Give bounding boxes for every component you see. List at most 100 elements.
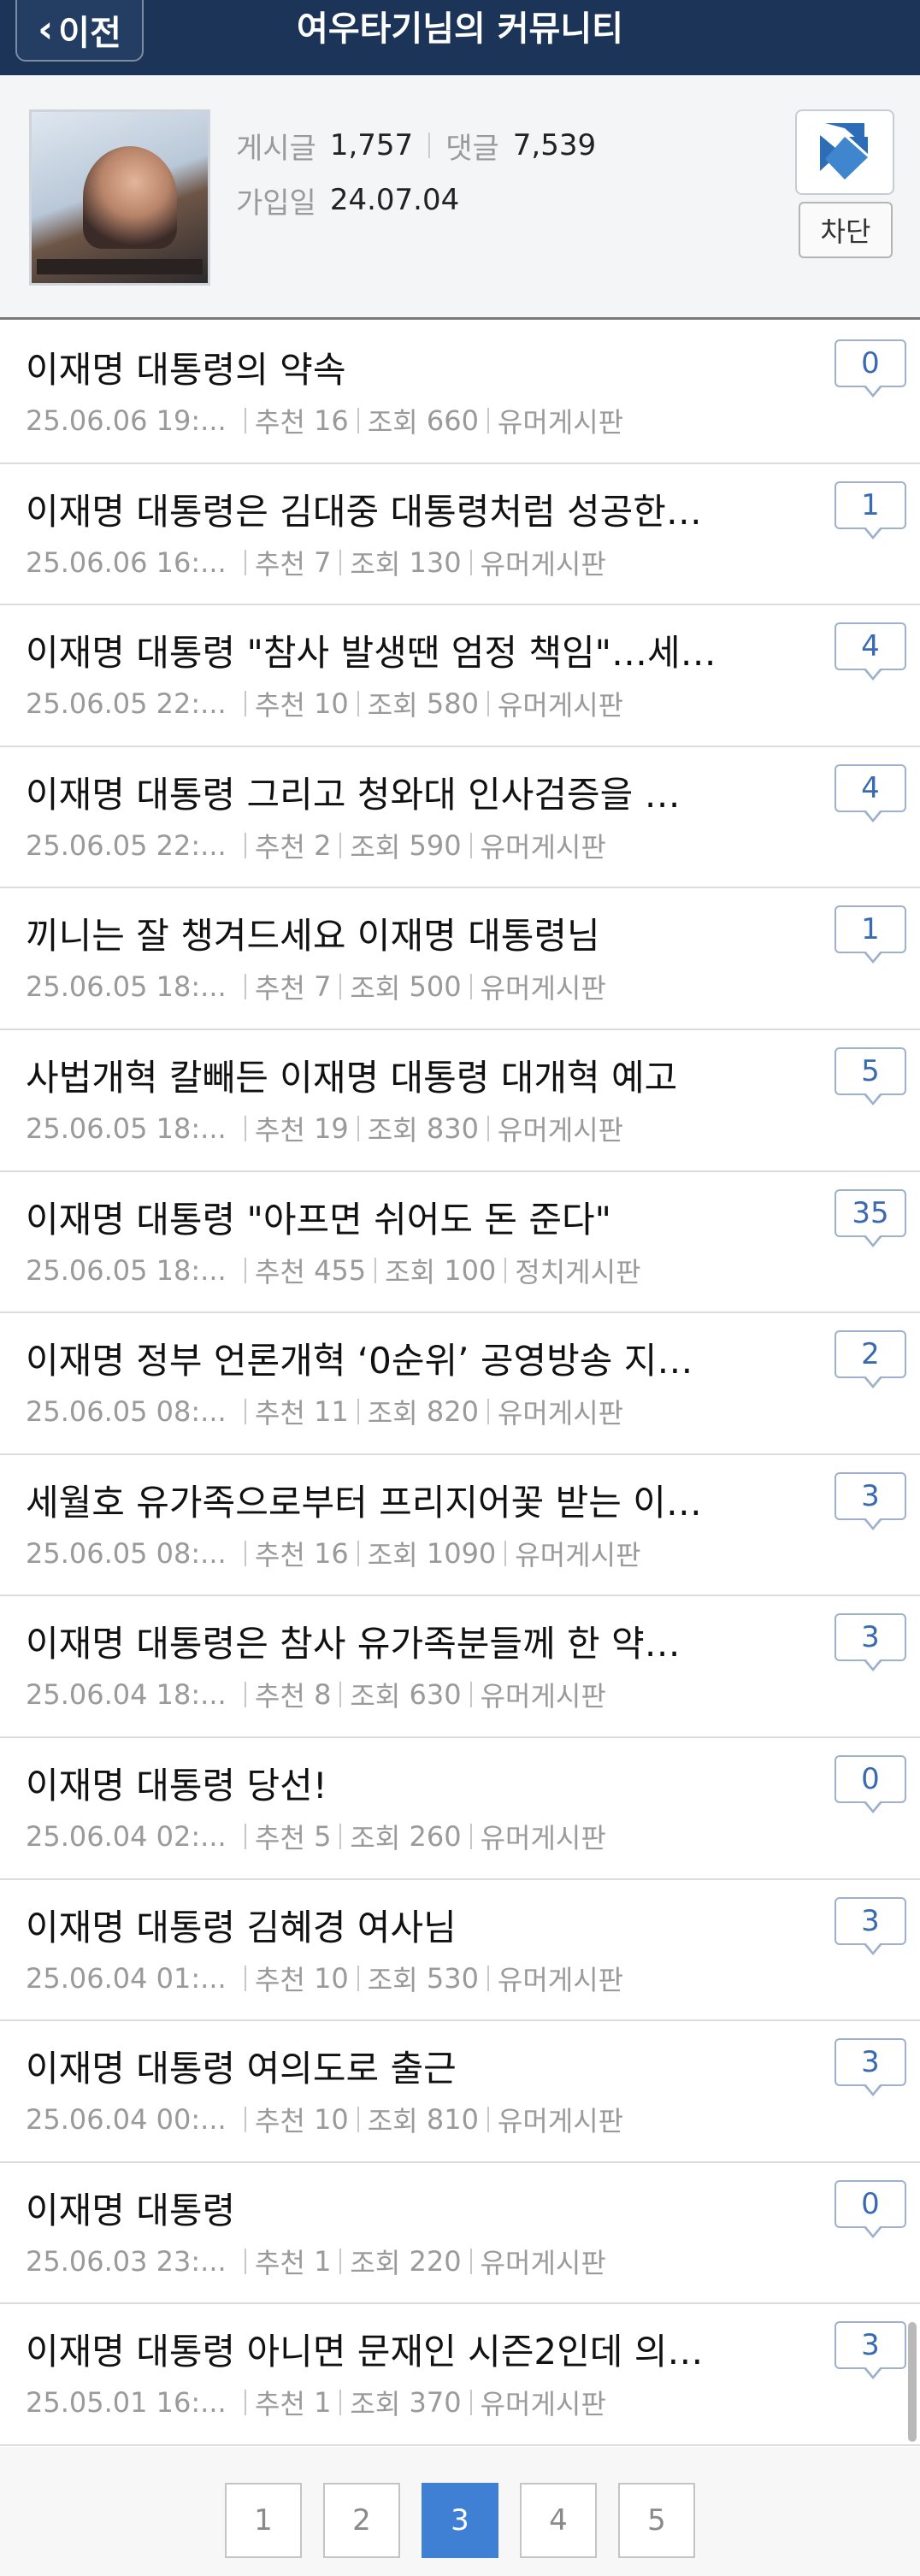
meta-divider [339,2248,342,2274]
scrollbar[interactable] [908,2322,917,2442]
comment-count-bubble[interactable]: 5 [834,1046,906,1105]
meta-divider [469,974,472,1000]
meta-divider [245,1257,246,1283]
post-title[interactable]: 세월호 유가족으로부터 프리지어꽃 받는 이… [26,1474,752,1526]
recommend-count: 1 [314,2244,332,2278]
meta-divider [245,1115,246,1141]
post-row[interactable]: 이재명 대통령 김혜경 여사님 25.06.04 01:... 추천 10 조회 53… [0,1880,920,2022]
comment-count-bubble[interactable]: 4 [834,763,906,822]
comment-count-bubble[interactable]: 2 [834,1330,906,1389]
views-label: 조회 [367,1397,418,1430]
post-row[interactable]: 이재명 대통령 당선! 25.06.04 02:... 추천 5 조회 260 유머게시… [0,1738,920,1880]
page-button-1[interactable]: 1 [225,2483,302,2558]
views-count: 630 [409,1678,462,1712]
post-title[interactable]: 끼니는 잘 챙겨드세요 이재명 대통령님 [26,907,752,959]
recommend-label: 추천 [255,1255,305,1288]
post-meta: 25.06.05 18:... 추천 455 조회 100 정치게시판 [26,1251,640,1290]
comment-count-bubble[interactable]: 3 [834,2038,906,2097]
meta-divider [374,1257,377,1283]
comment-count-bubble[interactable]: 0 [834,339,906,398]
post-row[interactable]: 끼니는 잘 챙겨드세요 이재명 대통령님 25.06.05 18:... 추천 7조… [0,888,920,1030]
comment-count-bubble[interactable]: 3 [834,1896,906,1955]
post-title[interactable]: 이재명 대통령 아니면 문재인 시즌2인데 의… [26,2323,752,2375]
post-meta: 25.06.06 16:... 추천 7 조회 130 유머게시판 [26,543,606,582]
post-title[interactable]: 이재명 대통령 김혜경 여사님 [26,1899,752,1951]
comment-count-bubble[interactable]: 0 [834,2179,906,2238]
comment-count-bubble[interactable]: 3 [834,2321,906,2380]
community-logo-svg [820,123,868,180]
post-title[interactable]: 이재명 대통령 "아프면 쉬어도 돈 준다" [26,1191,752,1243]
post-title[interactable]: 이재명 대통령은 김대중 대통령처럼 성공한… [26,483,752,535]
comment-count-bubble[interactable]: 0 [834,1754,906,1813]
meta-divider [487,1115,489,1141]
post-row[interactable]: 이재명 대통령 25.06.03 23:... 추천 1 조회 220 유머게시판 0 [0,2163,920,2305]
page-button-4[interactable]: 4 [520,2483,597,2558]
post-title[interactable]: 사법개혁 칼빼든 이재명 대통령 대개혁 예고 [26,1049,752,1101]
comment-count-bubble[interactable]: 3 [834,1613,906,1672]
post-row[interactable]: 이재명 대통령은 김대중 대통령처럼 성공한… 25.06.06 16:... 추천… [0,464,920,606]
views-count: 580 [426,687,479,721]
post-row[interactable]: 이재명 대통령 그리고 청와대 인사검증을 … 25.06.05 22:... 추천… [0,747,920,889]
post-date: 25.06.05 22:... [26,828,227,862]
post-title[interactable]: 이재명 대통령 여의도로 출근 [26,2040,752,2092]
meta-divider [357,1115,359,1141]
recommend-label: 추천 [255,2388,305,2421]
post-title[interactable]: 이재명 대통령 [26,2182,752,2234]
post-row[interactable]: 이재명 대통령 "참사 발생땐 엄정 책임"…세… 25.06.05 22:...… [0,605,920,747]
avatar-photo-figure [83,146,177,249]
comment-count-bubble[interactable]: 35 [834,1188,906,1247]
post-row[interactable]: 세월호 유가족으로부터 프리지어꽃 받는 이… 25.06.05 08:... 추천… [0,1455,920,1597]
post-title[interactable]: 이재명 대통령은 참사 유가족분들께 한 약… [26,1615,752,1667]
post-title[interactable]: 이재명 대통령 "참사 발생땐 엄정 책임"…세… [26,624,752,676]
avatar[interactable] [29,109,210,286]
community-logo-icon[interactable] [795,109,894,195]
post-date: 25.06.05 18:... [26,1253,227,1287]
meta-divider [469,2390,472,2416]
board-name: 유머게시판 [497,2105,624,2138]
meta-divider [245,2248,246,2274]
comment-count-bubble[interactable]: 4 [834,622,906,681]
views-count: 530 [426,1961,479,1995]
meta-divider [487,2107,489,2133]
comment-count-bubble[interactable]: 1 [834,480,906,539]
board-name: 유머게시판 [480,830,606,864]
post-row[interactable]: 이재명 대통령의 약속 25.06.06 19:... 추천 16 조회 660 유머게… [0,322,920,464]
post-title[interactable]: 이재명 정부 언론개혁 ‘0순위’ 공영방송 지… [26,1332,752,1384]
post-row[interactable]: 이재명 정부 언론개혁 ‘0순위’ 공영방송 지… 25.06.05 08:...… [0,1313,920,1455]
post-date: 25.06.05 18:... [26,1111,227,1145]
views-count: 220 [409,2244,462,2278]
post-meta: 25.06.05 22:... 추천 2 조회 590 유머게시판 [26,826,606,865]
board-name: 유머게시판 [480,1821,606,1854]
post-title[interactable]: 이재명 대통령 그리고 청와대 인사검증을 … [26,766,752,818]
page-button-3[interactable]: 3 [422,2483,498,2558]
board-name: 유머게시판 [480,547,606,581]
board-name: 유머게시판 [497,1397,624,1430]
back-button[interactable]: ‹ 이전 [15,0,144,62]
post-row[interactable]: 이재명 대통령 아니면 문재인 시즌2인데 의… 25.05.01 16:... 추… [0,2304,920,2446]
post-date: 25.06.05 08:... [26,1536,227,1570]
block-button[interactable]: 차단 [799,202,893,258]
comment-count-bubble[interactable]: 1 [834,905,906,964]
post-meta: 25.06.04 00:... 추천 10 조회 810 유머게시판 [26,2100,623,2139]
post-meta: 25.06.05 22:... 추천 10 조회 580 유머게시판 [26,684,623,723]
post-row[interactable]: 사법개혁 칼빼든 이재명 대통령 대개혁 예고 25.06.05 18:... 추천… [0,1030,920,1172]
recommend-count: 10 [314,687,349,721]
views-label: 조회 [385,1255,436,1288]
page-button-2[interactable]: 2 [323,2483,400,2558]
views-count: 370 [409,2386,462,2420]
post-title[interactable]: 이재명 대통령의 약속 [26,341,752,393]
page-button-5[interactable]: 5 [618,2483,695,2558]
meta-divider [245,1399,246,1425]
meta-divider [245,408,246,433]
post-title[interactable]: 이재명 대통령 당선! [26,1757,752,1809]
comment-count-bubble[interactable]: 3 [834,1471,906,1530]
post-row[interactable]: 이재명 대통령 "아프면 쉬어도 돈 준다" 25.06.05 18:... 추천 … [0,1172,920,1314]
post-row[interactable]: 이재명 대통령 여의도로 출근 25.06.04 00:... 추천 10 조회 81… [0,2021,920,2163]
meta-divider [469,832,472,858]
post-meta: 25.06.05 18:... 추천 7 조회 500 유머게시판 [26,967,606,1006]
views-label: 조회 [350,1821,401,1854]
recommend-label: 추천 [255,2246,305,2279]
recommend-label: 추천 [255,1680,305,1713]
back-label: 이전 [58,14,121,53]
post-row[interactable]: 이재명 대통령은 참사 유가족분들께 한 약… 25.06.04 18:... 추천… [0,1596,920,1738]
